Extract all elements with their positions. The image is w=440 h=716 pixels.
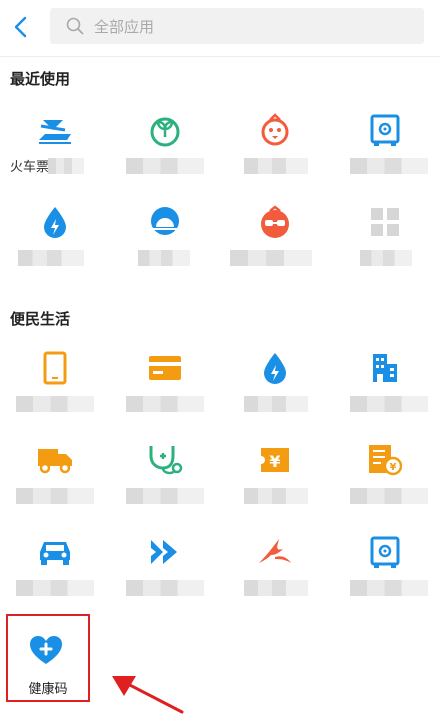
app-recent-6[interactable] bbox=[110, 196, 220, 276]
section-title-life: 便民生活 bbox=[10, 310, 71, 328]
app-recent-5[interactable] bbox=[0, 196, 110, 276]
app-life-10[interactable] bbox=[110, 526, 220, 606]
swallow-icon bbox=[255, 532, 295, 572]
sprout-icon bbox=[145, 110, 185, 150]
phone-icon bbox=[35, 348, 75, 388]
app-life-4[interactable] bbox=[330, 342, 440, 422]
car-icon bbox=[35, 532, 75, 572]
app-row bbox=[0, 196, 440, 276]
double-chevron-icon bbox=[145, 532, 185, 572]
yen-ticket-icon: ¥ bbox=[255, 440, 295, 480]
app-row bbox=[0, 342, 440, 422]
svg-text:¥: ¥ bbox=[269, 452, 280, 471]
glasses-bird-icon bbox=[255, 202, 295, 242]
blurred-label bbox=[230, 250, 312, 266]
app-life-11[interactable] bbox=[220, 526, 330, 606]
app-life-2[interactable] bbox=[110, 342, 220, 422]
app-recent-2[interactable] bbox=[110, 104, 220, 184]
stethoscope-icon bbox=[145, 440, 185, 480]
app-life-9[interactable] bbox=[0, 526, 110, 606]
app-recent-7[interactable] bbox=[220, 196, 330, 276]
blurred-label bbox=[360, 250, 412, 266]
building-icon bbox=[365, 348, 405, 388]
app-row: ¥ ¥ bbox=[0, 434, 440, 514]
water-drop-bolt-icon bbox=[35, 202, 75, 242]
search-box[interactable] bbox=[50, 8, 424, 44]
app-life-3[interactable] bbox=[220, 342, 330, 422]
pointer-arrow bbox=[112, 676, 184, 714]
grid-icon bbox=[365, 202, 405, 242]
card-icon bbox=[145, 348, 185, 388]
blurred-label bbox=[126, 158, 204, 174]
app-recent-4[interactable] bbox=[330, 104, 440, 184]
svg-text:¥: ¥ bbox=[390, 462, 397, 473]
app-train-ticket[interactable]: 火车票 bbox=[0, 104, 110, 184]
app-row: 火车票 bbox=[0, 104, 440, 184]
app-life-8[interactable]: ¥ bbox=[330, 434, 440, 514]
chevron-left-icon bbox=[14, 16, 27, 38]
blurred-label bbox=[18, 250, 84, 266]
section-title-recent: 最近使用 bbox=[10, 70, 71, 88]
blurred-label bbox=[126, 396, 204, 412]
app-recent-3[interactable] bbox=[220, 104, 330, 184]
search-icon bbox=[66, 17, 84, 35]
blurred-label bbox=[16, 396, 94, 412]
search-input[interactable] bbox=[92, 14, 416, 40]
blurred-label bbox=[244, 158, 308, 174]
app-life-7[interactable]: ¥ bbox=[220, 434, 330, 514]
blurred-label bbox=[244, 396, 308, 412]
blurred-label bbox=[350, 158, 428, 174]
app-row bbox=[0, 526, 440, 606]
app-recent-8[interactable] bbox=[330, 196, 440, 276]
blurred-label bbox=[350, 488, 428, 504]
top-bar bbox=[0, 0, 440, 57]
blurred-label bbox=[350, 396, 428, 412]
train-ticket-icon bbox=[35, 110, 75, 150]
blurred-label bbox=[244, 580, 308, 596]
blurred-label bbox=[126, 488, 204, 504]
blurred-label bbox=[48, 158, 84, 174]
blurred-label bbox=[244, 488, 308, 504]
chick-icon bbox=[255, 110, 295, 150]
blurred-label bbox=[16, 580, 94, 596]
highlight-frame bbox=[6, 614, 90, 702]
app-life-5[interactable] bbox=[0, 434, 110, 514]
blurred-label bbox=[16, 488, 94, 504]
safe-icon bbox=[365, 110, 405, 150]
blurred-label bbox=[350, 580, 428, 596]
sunrise-icon bbox=[145, 202, 185, 242]
app-life-1[interactable] bbox=[0, 342, 110, 422]
truck-icon bbox=[35, 440, 75, 480]
blurred-label bbox=[126, 580, 204, 596]
safe-icon bbox=[365, 532, 405, 572]
blurred-label bbox=[138, 250, 190, 266]
water-drop-bolt-icon bbox=[255, 348, 295, 388]
invoice-icon: ¥ bbox=[365, 440, 405, 480]
app-life-12[interactable] bbox=[330, 526, 440, 606]
app-life-6[interactable] bbox=[110, 434, 220, 514]
back-button[interactable] bbox=[6, 12, 34, 42]
